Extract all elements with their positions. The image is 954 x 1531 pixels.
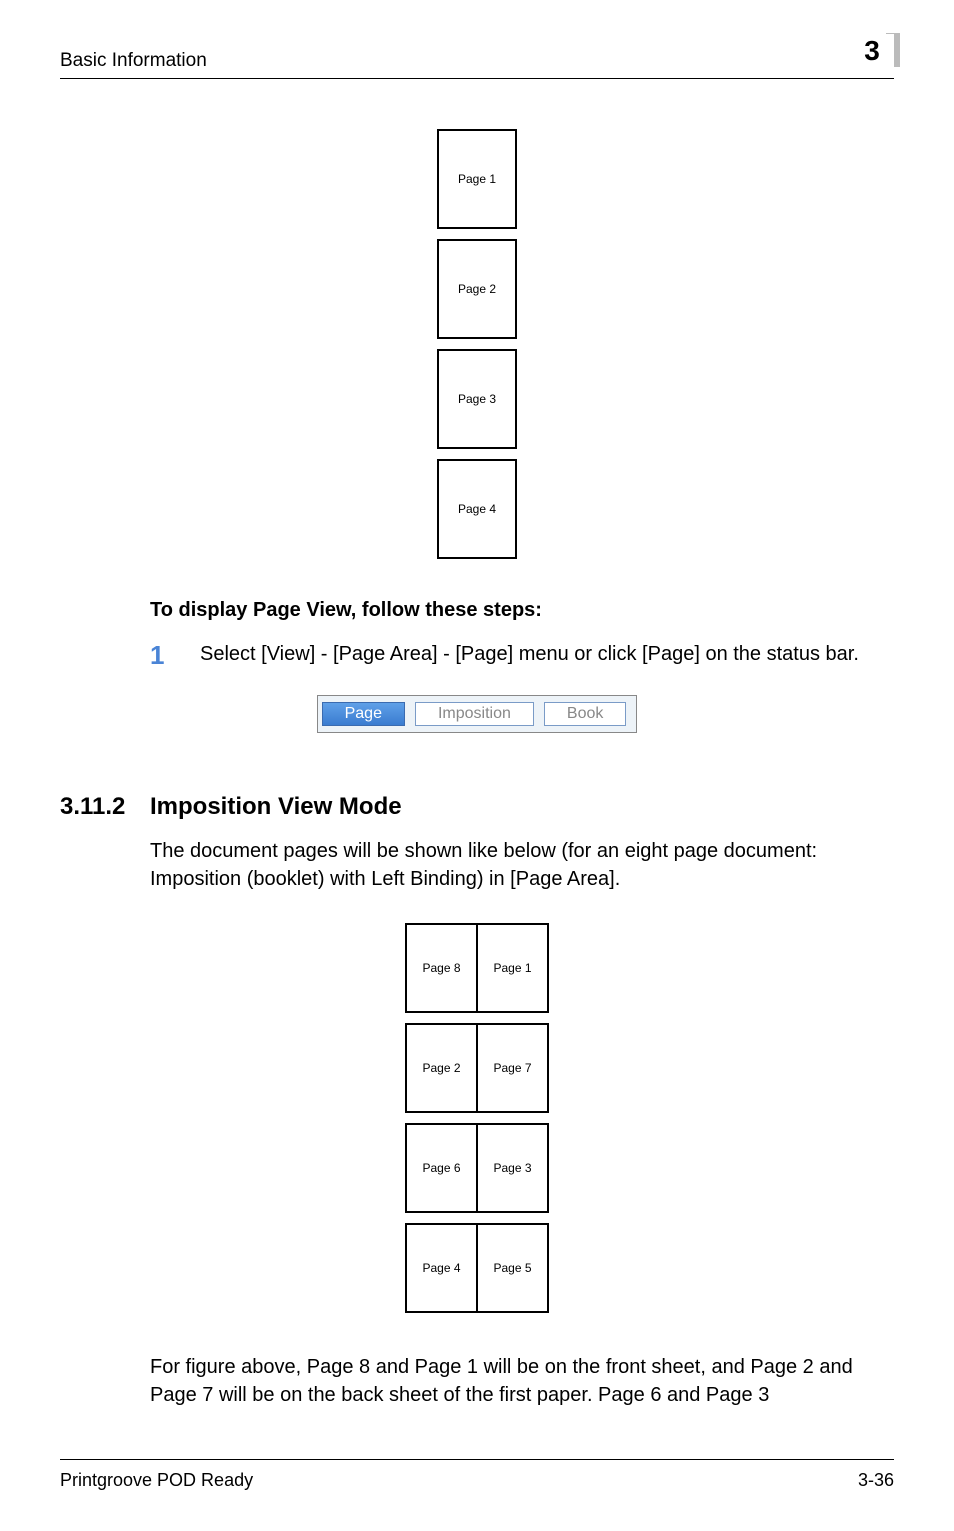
for-figure-text: For figure above, Page 8 and Page 1 will… xyxy=(150,1353,894,1409)
imposition-spread: Page 4 Page 5 xyxy=(405,1223,549,1313)
section-heading: 3.11.2 Imposition View Mode xyxy=(60,793,894,821)
diagram-page: Page 1 xyxy=(437,129,517,229)
footer-page-number: 3-36 xyxy=(858,1470,894,1491)
diagram-page: Page 2 xyxy=(437,239,517,339)
header-title: Basic Information xyxy=(60,50,207,72)
page-header: Basic Information 3 xyxy=(60,50,894,79)
chapter-tab: 3 xyxy=(850,34,894,68)
diagram-page: Page 4 xyxy=(437,459,517,559)
imposition-spread: Page 6 Page 3 xyxy=(405,1123,549,1213)
page-view-diagram: Page 1 Page 2 Page 3 Page 4 xyxy=(60,129,894,559)
spread-right: Page 3 xyxy=(477,1123,549,1213)
step-number: 1 xyxy=(150,640,200,671)
diagram-page: Page 3 xyxy=(437,349,517,449)
spread-right: Page 5 xyxy=(477,1223,549,1313)
chapter-number: 3 xyxy=(850,34,894,68)
footer-product: Printgroove POD Ready xyxy=(60,1470,253,1491)
section-body: The document pages will be shown like be… xyxy=(150,837,894,893)
status-imposition-button[interactable]: Imposition xyxy=(415,702,534,726)
status-page-button[interactable]: Page xyxy=(322,702,405,726)
spread-right: Page 7 xyxy=(477,1023,549,1113)
imposition-diagram: Page 8 Page 1 Page 2 Page 7 Page 6 Page … xyxy=(60,923,894,1313)
page-footer: Printgroove POD Ready 3-36 xyxy=(60,1459,894,1491)
imposition-spread: Page 2 Page 7 xyxy=(405,1023,549,1113)
spread-right: Page 1 xyxy=(477,923,549,1013)
status-bar-screenshot: Page Imposition Book xyxy=(60,695,894,733)
imposition-spread: Page 8 Page 1 xyxy=(405,923,549,1013)
section-number: 3.11.2 xyxy=(60,793,150,821)
subsection-title: To display Page View, follow these steps… xyxy=(150,599,542,622)
spread-left: Page 6 xyxy=(405,1123,477,1213)
spread-left: Page 4 xyxy=(405,1223,477,1313)
spread-left: Page 8 xyxy=(405,923,477,1013)
section-title: Imposition View Mode xyxy=(150,793,402,821)
step-text: Select [View] - [Page Area] - [Page] men… xyxy=(200,640,859,671)
step-row: 1 Select [View] - [Page Area] - [Page] m… xyxy=(150,640,894,671)
status-book-button[interactable]: Book xyxy=(544,702,626,726)
spread-left: Page 2 xyxy=(405,1023,477,1113)
